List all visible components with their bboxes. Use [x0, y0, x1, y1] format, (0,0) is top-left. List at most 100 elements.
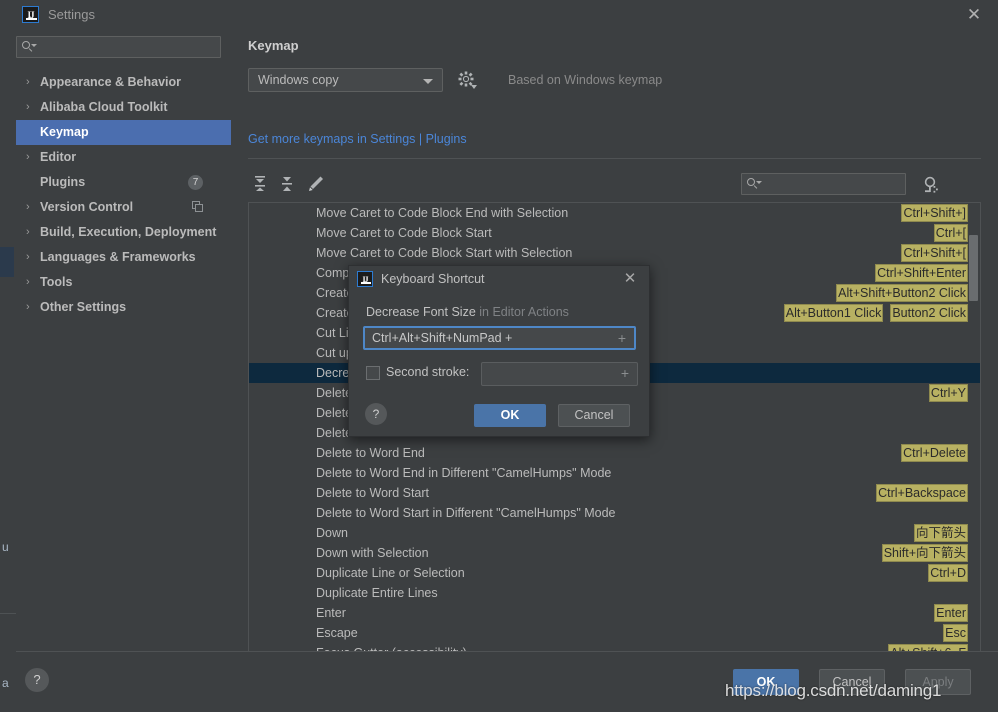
- apply-button[interactable]: Apply: [905, 669, 971, 695]
- gear-icon[interactable]: [457, 70, 477, 90]
- chevron-down-icon: [423, 79, 433, 84]
- chevron-right-icon: ›: [26, 195, 30, 220]
- shortcut-chip: Ctrl+Shift+]: [901, 204, 968, 222]
- chevron-right-icon: ›: [26, 95, 30, 120]
- expand-all-icon[interactable]: [248, 172, 272, 196]
- second-stroke-input[interactable]: +: [481, 362, 638, 386]
- shortcut-chip: Ctrl+[: [934, 224, 968, 242]
- action-name: Down with Selection: [316, 543, 429, 563]
- help-button[interactable]: ?: [25, 668, 49, 692]
- action-name: Move Caret to Code Block Start with Sele…: [316, 243, 572, 263]
- first-stroke-input[interactable]: Ctrl+Alt+Shift+NumPad + +: [363, 326, 636, 350]
- get-more-keymaps-link[interactable]: Get more keymaps in Settings | Plugins: [248, 132, 467, 146]
- table-row[interactable]: Down with Selection Shift+向下箭头: [249, 543, 980, 563]
- action-name: Delete to Word Start: [316, 483, 429, 503]
- table-scrollbar-thumb[interactable]: [969, 235, 978, 301]
- table-row[interactable]: EnterEnter: [249, 603, 980, 623]
- keymap-list-toolbar: [248, 168, 981, 202]
- plus-icon: +: [618, 330, 626, 346]
- shortcut-chip: Ctrl+D: [928, 564, 968, 582]
- table-row[interactable]: Move Caret to Code Block Start with Sele…: [249, 243, 980, 263]
- sidebar-item-appearance-behavior[interactable]: › Appearance & Behavior: [16, 70, 231, 95]
- table-row[interactable]: Delete to Word End in Different "CamelHu…: [249, 463, 980, 483]
- table-row[interactable]: Duplicate Line or Selection Ctrl+D: [249, 563, 980, 583]
- shortcut-chip: Shift+向下箭头: [882, 544, 968, 562]
- sidebar-item-version-control[interactable]: › Version Control: [16, 195, 231, 220]
- shortcut-cancel-button[interactable]: Cancel: [558, 404, 630, 427]
- close-icon[interactable]: ✕: [621, 270, 639, 288]
- sidebar-item-languages-frameworks[interactable]: › Languages & Frameworks: [16, 245, 231, 270]
- shortcut-chip: Ctrl+Backspace: [876, 484, 968, 502]
- table-row[interactable]: Move Caret to Code Block End with Select…: [249, 203, 980, 223]
- table-row[interactable]: Delete to Word Start Ctrl+Backspace: [249, 483, 980, 503]
- shortcut-chip: Esc: [943, 624, 968, 642]
- settings-titlebar: IJ Settings ✕: [16, 0, 998, 30]
- shortcut-chip: Alt+Shift+Button2 Click: [836, 284, 968, 302]
- shortcut-cell: Ctrl+Shift+Enter: [868, 263, 968, 283]
- shortcut-dialog-titlebar: IJ Keyboard Shortcut ✕: [349, 266, 649, 294]
- ide-background-text-a: a: [2, 676, 9, 690]
- shortcut-action-context: in Editor Actions: [479, 305, 569, 319]
- table-row[interactable]: Duplicate Entire Lines: [249, 583, 980, 603]
- action-name: Escape: [316, 623, 358, 643]
- shortcut-chip: Ctrl+Delete: [901, 444, 968, 462]
- chevron-right-icon: ›: [26, 270, 30, 295]
- sidebar-item-label: Version Control: [40, 200, 133, 214]
- shortcut-cell: Alt+Button1 ClickButton2 Click: [777, 303, 968, 323]
- action-name: Delete to Word Start in Different "Camel…: [316, 503, 616, 523]
- sidebar-item-plugins[interactable]: Plugins 7: [16, 170, 231, 195]
- sidebar-item-label: Editor: [40, 150, 76, 164]
- table-row[interactable]: Down向下箭头: [249, 523, 980, 543]
- sidebar-item-label: Keymap: [40, 125, 89, 139]
- search-icon: [747, 178, 759, 190]
- settings-bottom-bar: ? OK Cancel Apply: [16, 651, 998, 712]
- chevron-right-icon: ›: [26, 145, 30, 170]
- sidebar-item-label: Languages & Frameworks: [40, 250, 196, 264]
- keymap-search-input[interactable]: [741, 173, 906, 195]
- copy-icon: [192, 201, 204, 213]
- action-name: Move Caret to Code Block Start: [316, 223, 492, 243]
- action-name: Enter: [316, 603, 346, 623]
- close-icon[interactable]: ✕: [964, 5, 984, 25]
- shortcut-action-name: Decrease Font Size: [366, 305, 476, 319]
- shortcut-chip: Ctrl+Y: [929, 384, 968, 402]
- shortcut-action-line: Decrease Font Size in Editor Actions: [366, 305, 569, 319]
- sidebar-item-label: Other Settings: [40, 300, 126, 314]
- find-by-shortcut-icon[interactable]: [920, 174, 942, 196]
- shortcut-cell: Ctrl+Backspace: [869, 483, 968, 503]
- search-input[interactable]: [16, 36, 221, 58]
- shortcut-cell: Ctrl+[: [927, 223, 968, 243]
- intellij-idea-icon: IJ: [357, 271, 373, 287]
- sidebar-tree: › Appearance & Behavior › Alibaba Cloud …: [16, 70, 231, 320]
- shortcut-cell: 向下箭头: [907, 523, 968, 543]
- action-name: Duplicate Entire Lines: [316, 583, 438, 603]
- sidebar-item-keymap[interactable]: Keymap: [16, 120, 231, 145]
- sidebar-item-alibaba-cloud-toolkit[interactable]: › Alibaba Cloud Toolkit: [16, 95, 231, 120]
- sidebar-item-tools[interactable]: › Tools: [16, 270, 231, 295]
- sidebar-search-wrap: [16, 36, 223, 60]
- action-name: Delete to Word End in Different "CamelHu…: [316, 463, 611, 483]
- sidebar-item-editor[interactable]: › Editor: [16, 145, 231, 170]
- table-row[interactable]: Delete to Word EndCtrl+Delete: [249, 443, 980, 463]
- table-row[interactable]: Escape Esc: [249, 623, 980, 643]
- shortcut-chip: Ctrl+Shift+Enter: [875, 264, 968, 282]
- first-stroke-value: Ctrl+Alt+Shift+NumPad +: [372, 331, 512, 345]
- ok-button[interactable]: OK: [733, 669, 799, 695]
- table-row[interactable]: Delete to Word Start in Different "Camel…: [249, 503, 980, 523]
- action-name: Duplicate Line or Selection: [316, 563, 465, 583]
- collapse-all-icon[interactable]: [275, 172, 299, 196]
- second-stroke-checkbox[interactable]: [366, 366, 380, 380]
- chevron-right-icon: ›: [26, 245, 30, 270]
- second-stroke-label: Second stroke:: [386, 365, 469, 379]
- keymap-select[interactable]: Windows copy: [248, 68, 443, 92]
- shortcut-ok-button[interactable]: OK: [474, 404, 546, 427]
- sidebar-item-other-settings[interactable]: › Other Settings: [16, 295, 231, 320]
- keymap-select-value: Windows copy: [258, 73, 339, 87]
- edit-pencil-icon[interactable]: [304, 172, 328, 196]
- table-row[interactable]: Move Caret to Code Block Start Ctrl+[: [249, 223, 980, 243]
- action-name: Move Caret to Code Block End with Select…: [316, 203, 568, 223]
- cancel-button[interactable]: Cancel: [819, 669, 885, 695]
- intellij-idea-icon: IJ: [22, 6, 39, 23]
- shortcut-help-button[interactable]: ?: [365, 403, 387, 425]
- sidebar-item-build-execution-deployment[interactable]: › Build, Execution, Deployment: [16, 220, 231, 245]
